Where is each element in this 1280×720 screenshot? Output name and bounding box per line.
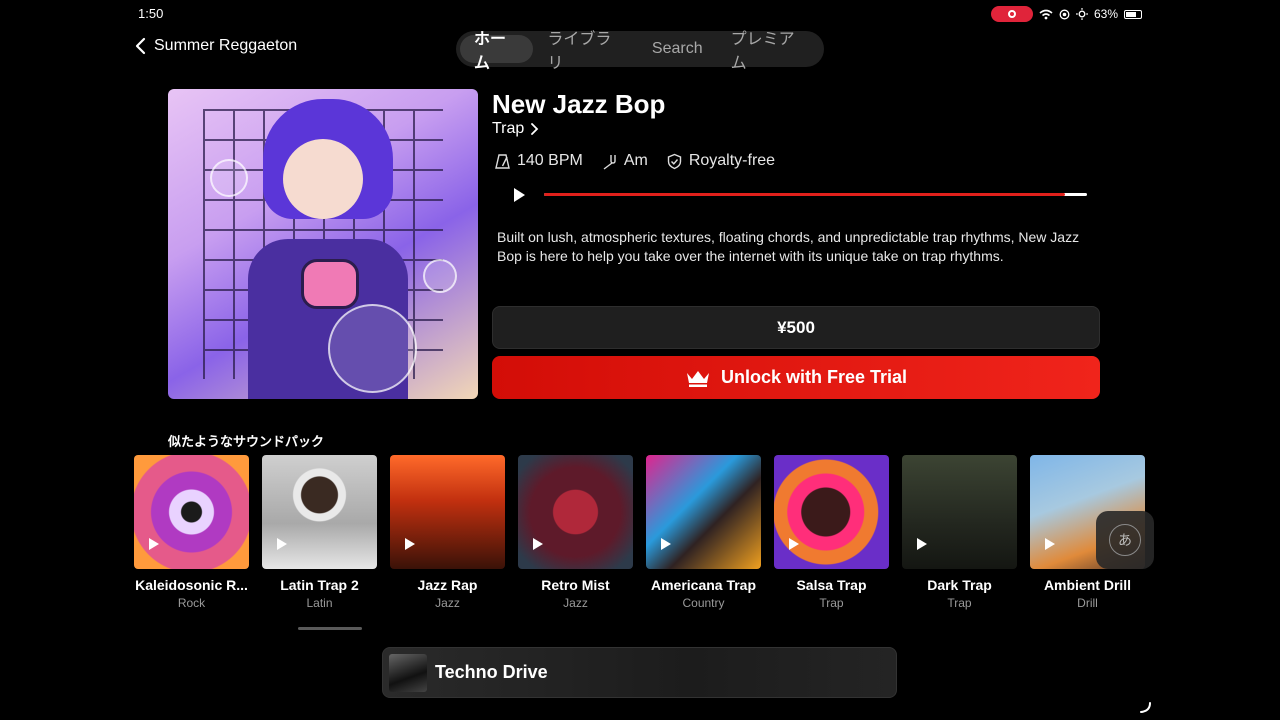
- tab-library[interactable]: ライブラリ: [533, 31, 637, 72]
- pack-name: Americana Trap: [650, 577, 757, 593]
- playback-progress-fill: [544, 193, 1066, 196]
- mini-player-art: [389, 653, 427, 692]
- pack-name: Latin Trap 2: [280, 577, 359, 593]
- track-meta: 140 BPM Am Royalty-free: [494, 152, 775, 170]
- pack-art: [646, 455, 761, 569]
- play-icon[interactable]: [916, 537, 928, 551]
- play-icon[interactable]: [276, 537, 288, 551]
- pack-art: [518, 455, 633, 569]
- genre-link[interactable]: Trap: [492, 120, 539, 138]
- pack-genre: Country: [682, 596, 725, 610]
- pack-name: Jazz Rap: [417, 577, 478, 593]
- tab-premium[interactable]: プレミアム: [717, 31, 820, 72]
- play-icon[interactable]: [510, 186, 528, 204]
- track-cover-art: [168, 89, 478, 399]
- pack-name: Ambient Drill: [1043, 577, 1132, 593]
- pack-name: Kaleidosonic R...: [135, 577, 248, 593]
- app-screen: 1:50 63% Summer Reggaeton ホーム ライブラリ Sear…: [0, 0, 1280, 720]
- unlock-free-trial-button[interactable]: Unlock with Free Trial: [492, 356, 1100, 399]
- tab-search[interactable]: Search: [638, 35, 717, 63]
- key-value: Am: [623, 152, 648, 169]
- pack-art: [390, 455, 505, 569]
- pack-card[interactable]: Jazz Rap Jazz: [390, 455, 505, 610]
- play-icon[interactable]: [404, 537, 416, 551]
- pack-art: [902, 455, 1017, 569]
- pack-genre: Trap: [819, 596, 844, 610]
- status-time: 1:50: [138, 6, 164, 21]
- wifi-icon: [1039, 9, 1053, 19]
- pack-genre: Latin: [306, 596, 333, 610]
- pack-genre: Drill: [1077, 596, 1098, 610]
- mini-player-title: Techno Drive: [435, 662, 548, 682]
- license-meta: Royalty-free: [666, 152, 775, 170]
- input-method-button[interactable]: あ: [1096, 511, 1154, 569]
- play-icon[interactable]: [660, 537, 672, 551]
- similar-packs-list: Kaleidosonic R... Rock Latin Trap 2 Lati…: [134, 455, 1145, 610]
- input-method-icon: あ: [1109, 524, 1141, 556]
- pack-card[interactable]: Latin Trap 2 Latin: [262, 455, 377, 610]
- pack-genre: Trap: [947, 596, 972, 610]
- battery-percent: 63%: [1093, 7, 1118, 21]
- price-button[interactable]: ¥500: [492, 306, 1100, 349]
- mini-player[interactable]: Techno Drive: [382, 647, 897, 698]
- tab-home[interactable]: ホーム: [460, 31, 534, 72]
- pack-card[interactable]: Retro Mist Jazz: [518, 455, 633, 610]
- unlock-label: Unlock with Free Trial: [720, 367, 908, 387]
- pack-art: [134, 455, 249, 569]
- pack-genre: Rock: [177, 596, 206, 610]
- bpm-meta: 140 BPM: [494, 152, 583, 170]
- pack-name: Dark Trap: [927, 577, 992, 593]
- pack-art: [262, 455, 377, 569]
- pack-genre: Jazz: [563, 596, 588, 610]
- similar-packs-title: 似たようなサウンドパック: [168, 434, 325, 449]
- back-label: Summer Reggaeton: [154, 37, 298, 54]
- bpm-value: 140 BPM: [517, 152, 583, 169]
- pack-card[interactable]: Dark Trap Trap: [902, 455, 1017, 610]
- chevron-left-icon: [135, 37, 146, 55]
- pack-card[interactable]: Kaleidosonic R... Rock: [134, 455, 249, 610]
- battery-icon: [1124, 9, 1142, 19]
- pack-name: Retro Mist: [541, 577, 610, 593]
- tuning-fork-icon: [603, 154, 616, 170]
- metronome-icon: [495, 153, 510, 169]
- genre-label: Trap: [492, 120, 525, 137]
- pack-genre: Jazz: [435, 596, 460, 610]
- loading-spinner-icon: [1140, 702, 1151, 713]
- horizontal-scroll-indicator[interactable]: [298, 627, 362, 630]
- chevron-right-icon: [531, 123, 539, 135]
- crown-icon: [686, 370, 709, 387]
- back-button[interactable]: Summer Reggaeton: [134, 37, 297, 55]
- location-icon: [1059, 9, 1070, 19]
- brightness-icon: [1075, 8, 1088, 20]
- play-icon[interactable]: [1044, 537, 1056, 551]
- main-tabs: ホーム ライブラリ Search プレミアム: [456, 31, 824, 72]
- playback-progress-bar[interactable]: [544, 193, 1087, 196]
- status-bar-right: 63%: [990, 6, 1142, 22]
- track-description: Built on lush, atmospheric textures, flo…: [497, 229, 1080, 264]
- play-icon[interactable]: [788, 537, 800, 551]
- pack-card[interactable]: Salsa Trap Trap: [774, 455, 889, 610]
- key-meta: Am: [601, 152, 648, 170]
- shield-check-icon: [667, 153, 682, 169]
- license-value: Royalty-free: [688, 152, 776, 169]
- play-icon[interactable]: [532, 537, 544, 551]
- pack-name: Salsa Trap: [796, 577, 867, 593]
- screen-recording-icon: [990, 6, 1033, 22]
- pack-card[interactable]: Americana Trap Country: [646, 455, 761, 610]
- pack-art: [774, 455, 889, 569]
- track-title: New Jazz Bop: [492, 89, 666, 119]
- play-icon[interactable]: [148, 537, 160, 551]
